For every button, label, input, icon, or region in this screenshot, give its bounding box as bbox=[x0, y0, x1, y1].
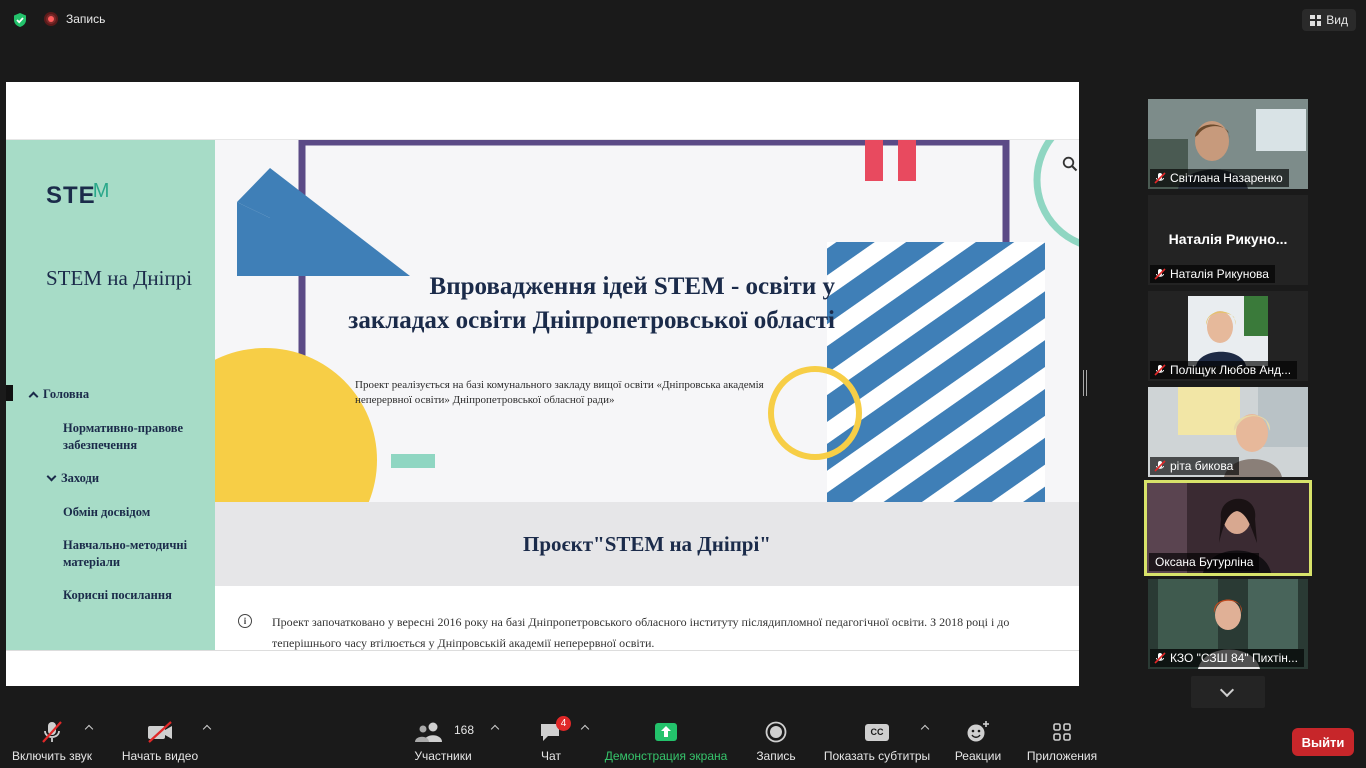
top-bar: Запись Вид bbox=[0, 0, 1366, 40]
recording-indicator[interactable]: Запись bbox=[44, 12, 105, 26]
participants-icon bbox=[415, 722, 442, 742]
participant-tile[interactable]: Поліщук Любов Анд... bbox=[1148, 291, 1308, 381]
site-title[interactable]: STEM на Дніпрі bbox=[46, 258, 196, 298]
nav-item-regulations[interactable]: Нормативно-правове забезпечення bbox=[63, 420, 203, 454]
muted-microphone-icon bbox=[1154, 460, 1166, 472]
info-icon: i bbox=[238, 614, 252, 628]
view-button[interactable]: Вид bbox=[1302, 9, 1356, 31]
smiley-plus-icon bbox=[967, 721, 989, 742]
participant-name: Оксана Бутурліна bbox=[1149, 553, 1260, 571]
nav-active-marker bbox=[6, 385, 13, 401]
closed-captions-icon: CC bbox=[865, 723, 889, 741]
more-participants-button[interactable] bbox=[1191, 676, 1265, 708]
recording-dot-icon bbox=[44, 12, 58, 26]
security-shield-icon[interactable] bbox=[12, 12, 28, 28]
apps-icon bbox=[1053, 723, 1071, 741]
hero-subtitle: Проект реалізується на базі комунального… bbox=[355, 379, 764, 406]
chevron-down-icon bbox=[1219, 682, 1235, 698]
participants-label: Участники bbox=[414, 749, 472, 763]
project-title: Проєкт"STEM на Дніпрі" bbox=[523, 532, 771, 556]
start-video-label: Начать видео bbox=[121, 749, 199, 763]
muted-microphone-icon bbox=[1154, 652, 1166, 664]
search-icon[interactable] bbox=[1062, 156, 1078, 172]
unmute-label: Включить звук bbox=[11, 749, 93, 763]
chevron-up-icon bbox=[28, 391, 39, 402]
chat-options-caret-icon[interactable] bbox=[580, 724, 590, 734]
participants-options-caret-icon[interactable] bbox=[490, 724, 500, 734]
apps-label: Приложения bbox=[1026, 749, 1098, 763]
participant-name: ріта бикова bbox=[1150, 457, 1240, 475]
project-section: Проєкт"STEM на Дніпрі" bbox=[215, 502, 1079, 586]
share-screen-button[interactable]: Демонстрация экрана bbox=[603, 718, 729, 763]
participant-tile[interactable]: КЗО "СЗШ 84" Пихтін... bbox=[1148, 579, 1308, 669]
participant-name: Наталія Рикунова bbox=[1150, 265, 1275, 283]
chat-button[interactable]: 4 Чат bbox=[536, 716, 571, 763]
participant-name: Поліщук Любов Анд... bbox=[1150, 361, 1298, 379]
participant-tile-active-speaker[interactable]: Оксана Бутурліна bbox=[1144, 480, 1312, 576]
nav-item-materials[interactable]: Навчально-методичні матеріали bbox=[63, 537, 203, 571]
captions-button[interactable]: CC Показать субтитры bbox=[822, 718, 932, 763]
record-button[interactable]: Запись bbox=[752, 718, 800, 763]
nav-item-events[interactable]: Заходи bbox=[46, 470, 99, 487]
participant-display-name: Наталія Рикуно... bbox=[1168, 231, 1288, 247]
video-off-icon bbox=[148, 721, 172, 743]
muted-microphone-icon bbox=[1154, 364, 1166, 376]
stem-logo[interactable]: STEM bbox=[46, 180, 110, 210]
nav-item-links[interactable]: Корисні посилання bbox=[63, 587, 172, 604]
participants-count: 168 bbox=[454, 723, 475, 737]
content-divider bbox=[6, 650, 1079, 651]
recording-label: Запись bbox=[66, 12, 106, 26]
grid-view-icon bbox=[1310, 14, 1322, 26]
captions-label: Показать субтитры bbox=[823, 749, 931, 763]
nav-item-experience[interactable]: Обмін досвідом bbox=[63, 504, 150, 521]
nav-item-home[interactable]: Головна bbox=[28, 386, 89, 403]
chat-label: Чат bbox=[541, 749, 561, 763]
hero-banner: Впровадження ідей STEM - освіти у заклад… bbox=[215, 140, 1079, 502]
zoom-meeting-window: Запись Вид STEM STEM на Дніпрі Головна Н… bbox=[0, 0, 1366, 768]
record-label: Запись bbox=[756, 749, 796, 763]
unmute-button[interactable]: Включить звук bbox=[8, 718, 96, 763]
participant-name: Світлана Назаренко bbox=[1150, 169, 1289, 187]
record-icon bbox=[765, 721, 787, 743]
meeting-toolbar: Включить звук Начать видео 168 Участники… bbox=[0, 712, 1366, 768]
video-options-caret-icon[interactable] bbox=[202, 724, 212, 734]
split-resize-handle[interactable] bbox=[1083, 370, 1087, 396]
participant-name: КЗО "СЗШ 84" Пихтін... bbox=[1150, 649, 1304, 667]
muted-microphone-icon bbox=[1154, 268, 1166, 280]
muted-microphone-icon bbox=[1154, 172, 1166, 184]
reactions-label: Реакции bbox=[954, 749, 1002, 763]
project-description: Проект започатковано у вересні 2016 року… bbox=[272, 615, 1010, 650]
apps-button[interactable]: Приложения bbox=[1024, 718, 1100, 763]
participant-tile[interactable]: ріта бикова bbox=[1148, 387, 1308, 477]
participants-button[interactable]: 168 Участники bbox=[410, 718, 476, 763]
share-screen-icon bbox=[655, 723, 677, 741]
view-label: Вид bbox=[1326, 13, 1348, 27]
muted-microphone-icon bbox=[42, 721, 62, 743]
browser-top-area bbox=[6, 82, 1079, 140]
chevron-down-icon bbox=[46, 471, 57, 482]
participant-tile[interactable]: Наталія Рикуно... Наталія Рикунова bbox=[1148, 195, 1308, 285]
chat-unread-badge: 4 bbox=[556, 716, 571, 731]
participant-tile[interactable]: Світлана Назаренко bbox=[1148, 99, 1308, 189]
start-video-button[interactable]: Начать видео bbox=[118, 718, 202, 763]
shared-screen: STEM STEM на Дніпрі Головна Нормативно-п… bbox=[6, 82, 1079, 686]
share-screen-label: Демонстрация экрана bbox=[604, 749, 728, 763]
site-sidebar: STEM STEM на Дніпрі Головна Нормативно-п… bbox=[6, 140, 215, 650]
leave-meeting-button[interactable]: Выйти bbox=[1292, 728, 1354, 756]
hero-title: Впровадження ідей STEM - освіти у заклад… bbox=[348, 273, 835, 334]
reactions-button[interactable]: Реакции bbox=[952, 718, 1004, 763]
